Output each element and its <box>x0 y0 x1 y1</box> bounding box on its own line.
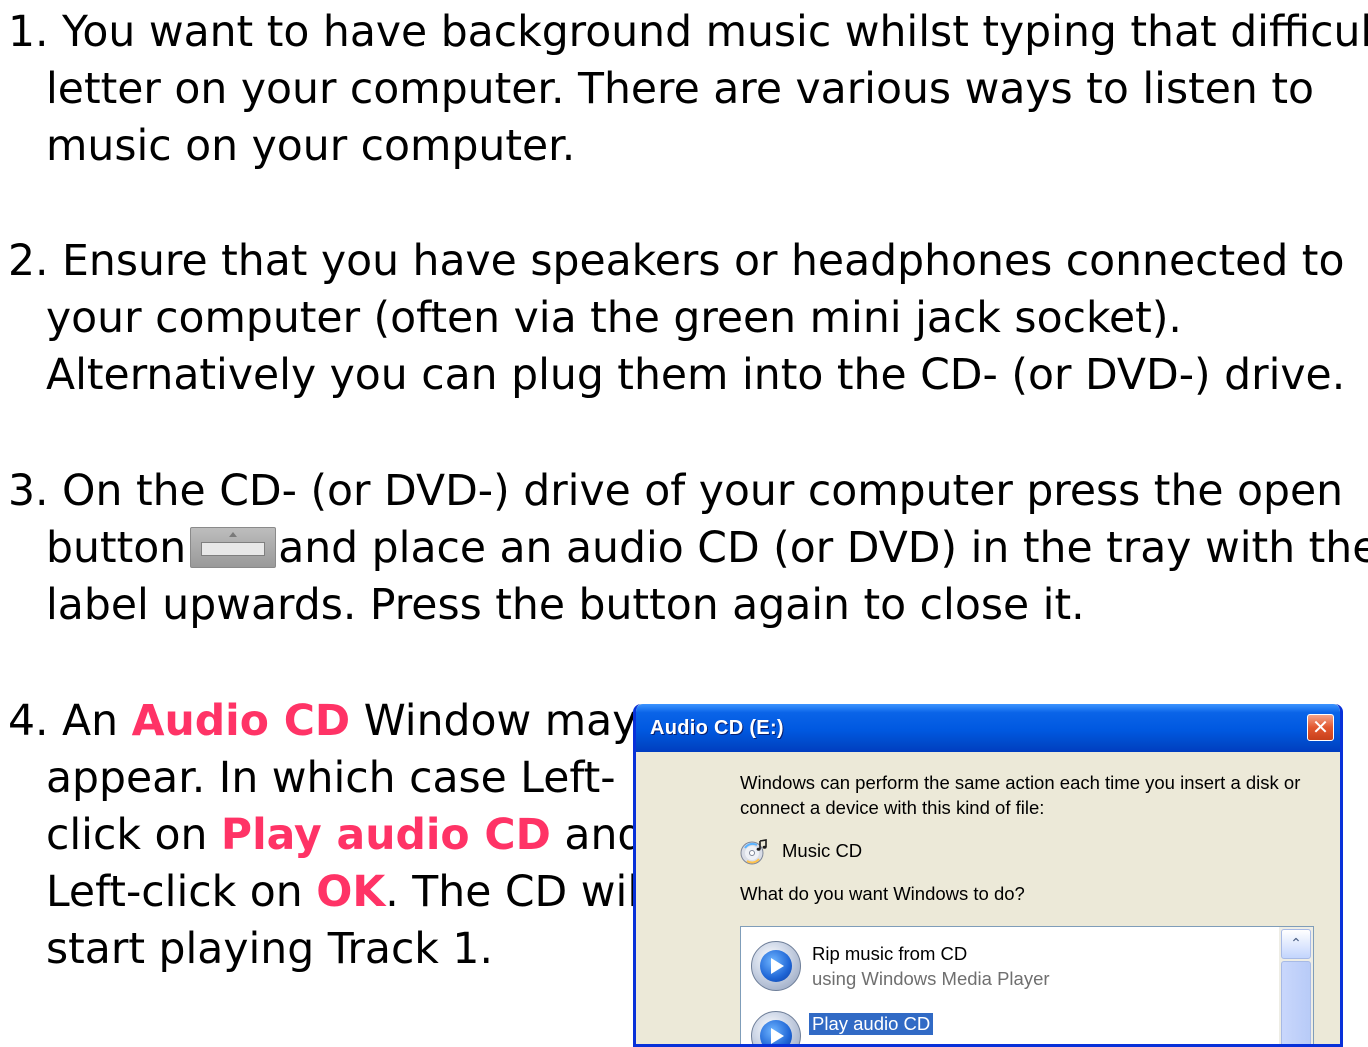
dialog-question: What do you want Windows to do? <box>740 883 1025 904</box>
step-1-text: 1. You want to have background music whi… <box>8 8 1368 171</box>
dialog-titlebar[interactable]: Audio CD (E:) ✕ <box>636 704 1340 752</box>
step-4-text: 4. An Audio CD Window may appear. In whi… <box>0 693 666 978</box>
windows-media-player-icon <box>751 941 801 991</box>
step-2-text: 2. Ensure that you have speakers or head… <box>8 237 1346 400</box>
option-label: Rip music from CD <box>812 943 968 964</box>
option-rip-music[interactable]: Rip music from CD using Windows Media Pl… <box>751 935 1271 997</box>
highlight-play-audio-cd: Play audio CD <box>220 811 551 860</box>
highlight-audio-cd: Audio CD <box>131 697 351 746</box>
windows-media-player-icon <box>751 1011 801 1044</box>
option-sublabel: using Windows Media Player <box>812 968 1050 989</box>
content-type-row: Music CD <box>740 838 862 866</box>
highlight-ok: OK <box>316 868 386 917</box>
scroll-thumb[interactable] <box>1281 961 1311 1044</box>
audio-cd-dialog: Audio CD (E:) ✕ Windows can perform the … <box>633 704 1343 1047</box>
dialog-title: Audio CD (E:) <box>650 717 784 739</box>
close-icon[interactable]: ✕ <box>1307 714 1334 741</box>
dialog-intro-text: Windows can perform the same action each… <box>740 772 1301 818</box>
content-type-label: Music CD <box>782 840 863 861</box>
cd-eject-button-icon <box>190 527 277 568</box>
option-play-audio-cd[interactable]: Play audio CD <box>751 1005 1271 1044</box>
step-4-text-a: 4. An <box>8 697 132 746</box>
action-listbox[interactable]: Rip music from CD using Windows Media Pl… <box>740 926 1314 1044</box>
music-cd-icon <box>740 839 767 865</box>
listbox-scrollbar[interactable]: ⌃ <box>1279 927 1313 1044</box>
step-3-text: 3. On the CD- (or DVD-) drive of your co… <box>0 463 1368 634</box>
scroll-up-arrow-icon[interactable]: ⌃ <box>1281 929 1311 959</box>
option-label-selected: Play audio CD <box>809 1013 934 1035</box>
